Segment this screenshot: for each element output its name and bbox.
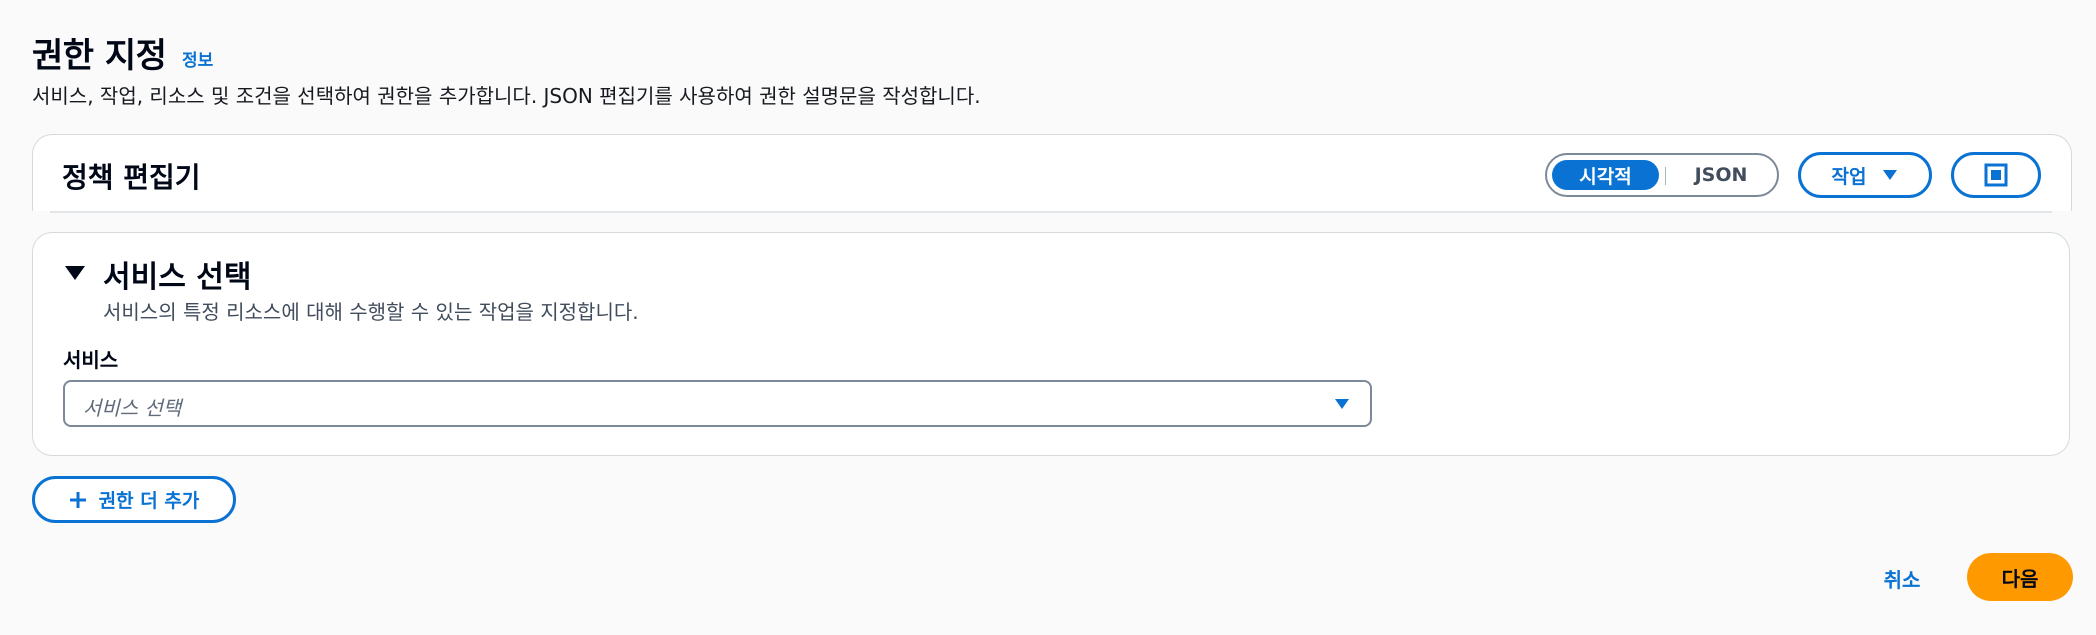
next-button[interactable]: 다음 bbox=[1967, 553, 2073, 601]
plus-icon bbox=[69, 491, 86, 508]
json-mode-button[interactable]: JSON bbox=[1669, 160, 1773, 190]
service-section-description: 서비스의 특정 리소스에 대해 수행할 수 있는 작업을 지정합니다. bbox=[103, 300, 639, 324]
visual-mode-button[interactable]: 시각적 bbox=[1552, 160, 1659, 190]
collapse-caret-icon[interactable] bbox=[64, 265, 86, 281]
service-field-label: 서비스 bbox=[63, 348, 119, 372]
policy-editor-title: 정책 편집기 bbox=[62, 161, 201, 194]
cancel-button[interactable]: 취소 bbox=[1870, 560, 1934, 596]
add-more-permissions-label: 권한 더 추가 bbox=[98, 490, 200, 512]
service-select-placeholder: 서비스 선택 bbox=[83, 396, 182, 420]
actions-label: 작업 bbox=[1831, 165, 1867, 188]
add-more-permissions-button[interactable]: 권한 더 추가 bbox=[32, 476, 236, 523]
caret-down-icon bbox=[1883, 170, 1898, 180]
specify-permissions-page: 권한 지정 정보 서비스, 작업, 리소스 및 조건을 선택하여 권한을 추가합… bbox=[0, 0, 2096, 635]
editor-divider bbox=[50, 211, 2052, 213]
actions-dropdown-button[interactable]: 작업 bbox=[1798, 152, 1932, 198]
expand-icon bbox=[1984, 163, 2008, 187]
service-select[interactable]: 서비스 선택 bbox=[63, 380, 1372, 427]
info-link[interactable]: 정보 bbox=[182, 46, 213, 71]
editor-mode-toggle: 시각적 JSON bbox=[1545, 153, 1779, 197]
page-title: 권한 지정 bbox=[32, 36, 167, 76]
fullscreen-button[interactable] bbox=[1951, 152, 2041, 198]
service-section-title[interactable]: 서비스 선택 bbox=[103, 252, 251, 296]
caret-down-icon bbox=[1335, 399, 1349, 409]
segment-divider bbox=[1665, 167, 1666, 185]
page-description: 서비스, 작업, 리소스 및 조건을 선택하여 권한을 추가합니다. JSON … bbox=[32, 84, 981, 108]
